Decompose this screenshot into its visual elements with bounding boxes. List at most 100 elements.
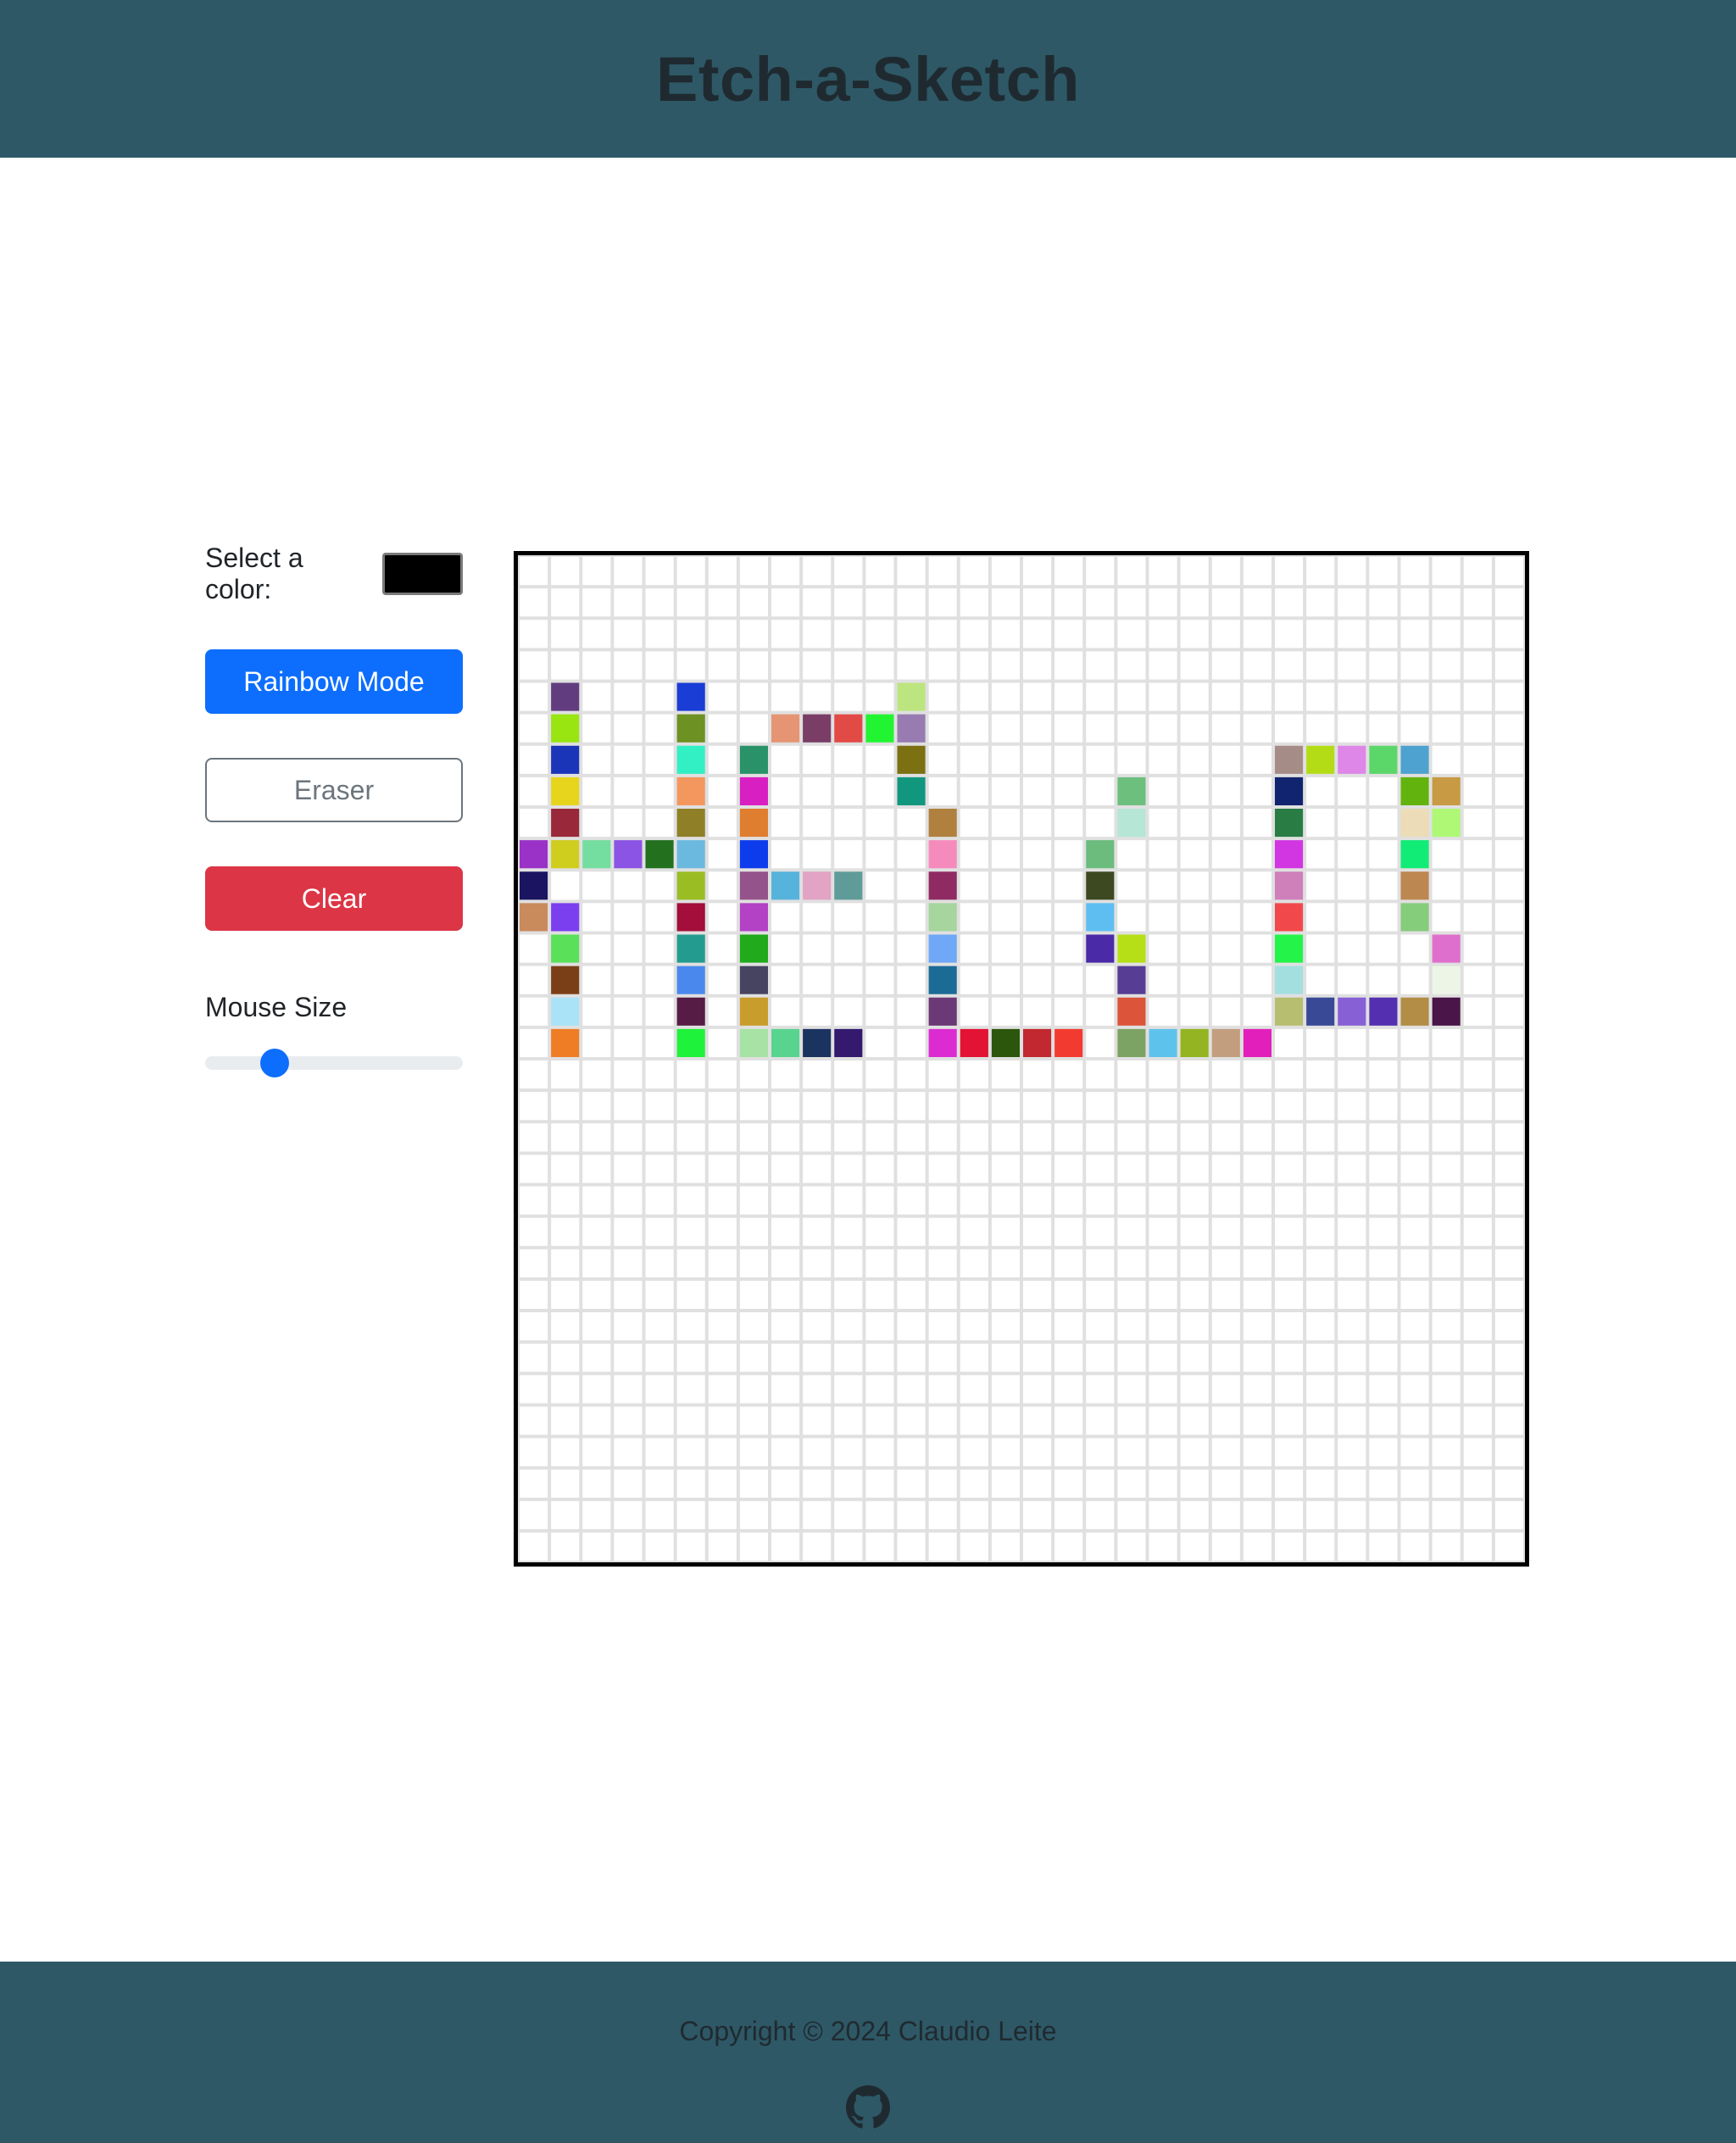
painted-cell[interactable] — [1273, 807, 1305, 839]
painted-cell[interactable] — [801, 870, 833, 902]
painted-cell[interactable] — [737, 838, 770, 871]
painted-cell[interactable] — [737, 1027, 770, 1059]
painted-cell[interactable] — [737, 964, 770, 996]
painted-cell[interactable] — [1210, 1027, 1242, 1059]
painted-cell[interactable] — [1273, 775, 1305, 807]
painted-cell[interactable] — [643, 838, 676, 871]
painted-cell[interactable] — [1273, 743, 1305, 776]
painted-cell[interactable] — [675, 932, 707, 965]
painted-cell[interactable] — [1084, 901, 1116, 933]
painted-cell[interactable] — [549, 775, 581, 807]
painted-cell[interactable] — [518, 870, 550, 902]
painted-cell[interactable] — [926, 995, 959, 1027]
painted-cell[interactable] — [675, 807, 707, 839]
painted-cell[interactable] — [770, 870, 802, 902]
painted-cell[interactable] — [549, 901, 581, 933]
painted-cell[interactable] — [1430, 807, 1462, 839]
painted-cell[interactable] — [1021, 1027, 1054, 1059]
painted-cell[interactable] — [549, 1027, 581, 1059]
painted-cell[interactable] — [1273, 838, 1305, 871]
painted-cell[interactable] — [1399, 901, 1431, 933]
painted-cell[interactable] — [1116, 1027, 1148, 1059]
painted-cell[interactable] — [1430, 932, 1462, 965]
painted-cell[interactable] — [675, 1027, 707, 1059]
painted-cell[interactable] — [549, 743, 581, 776]
painted-cell[interactable] — [549, 995, 581, 1027]
mouse-size-slider[interactable] — [205, 1049, 463, 1077]
slider-thumb[interactable] — [260, 1049, 290, 1077]
painted-cell[interactable] — [612, 838, 644, 871]
painted-cell[interactable] — [1399, 838, 1431, 871]
painted-cell[interactable] — [1399, 807, 1431, 839]
painted-cell[interactable] — [737, 995, 770, 1027]
painted-cell[interactable] — [1084, 870, 1116, 902]
painted-cell[interactable] — [1084, 838, 1116, 871]
painted-cell[interactable] — [675, 870, 707, 902]
github-icon[interactable] — [846, 2085, 890, 2129]
painted-cell[interactable] — [1305, 743, 1337, 776]
painted-cell[interactable] — [926, 807, 959, 839]
painted-cell[interactable] — [1336, 743, 1368, 776]
painted-cell[interactable] — [926, 1027, 959, 1059]
eraser-button[interactable]: Eraser — [205, 758, 463, 822]
painted-cell[interactable] — [1053, 1027, 1085, 1059]
painted-cell[interactable] — [518, 901, 550, 933]
painted-cell[interactable] — [1399, 870, 1431, 902]
painted-cell[interactable] — [832, 712, 865, 744]
painted-cell[interactable] — [1273, 870, 1305, 902]
painted-cell[interactable] — [1273, 932, 1305, 965]
painted-cell[interactable] — [1273, 901, 1305, 933]
painted-cell[interactable] — [549, 932, 581, 965]
painted-cell[interactable] — [1399, 995, 1431, 1027]
painted-cell[interactable] — [737, 775, 770, 807]
painted-cell[interactable] — [1147, 1027, 1179, 1059]
painted-cell[interactable] — [675, 964, 707, 996]
painted-cell[interactable] — [926, 964, 959, 996]
painted-cell[interactable] — [770, 712, 802, 744]
painted-cell[interactable] — [1430, 775, 1462, 807]
painted-cell[interactable] — [895, 775, 927, 807]
painted-cell[interactable] — [549, 807, 581, 839]
painted-cell[interactable] — [801, 712, 833, 744]
slider-track[interactable] — [205, 1056, 463, 1070]
sketch-board[interactable] — [514, 551, 1529, 1567]
painted-cell[interactable] — [1116, 807, 1148, 839]
painted-cell[interactable] — [1241, 1027, 1273, 1059]
painted-cell[interactable] — [1116, 964, 1148, 996]
painted-cell[interactable] — [989, 1027, 1021, 1059]
painted-cell[interactable] — [1430, 995, 1462, 1027]
painted-cell[interactable] — [549, 681, 581, 713]
painted-cell[interactable] — [864, 712, 896, 744]
painted-cell[interactable] — [737, 870, 770, 902]
painted-cell[interactable] — [675, 838, 707, 871]
painted-cell[interactable] — [737, 807, 770, 839]
painted-cell[interactable] — [801, 1027, 833, 1059]
rainbow-mode-button[interactable]: Rainbow Mode — [205, 649, 463, 714]
clear-button[interactable]: Clear — [205, 866, 463, 931]
painted-cell[interactable] — [737, 901, 770, 933]
painted-cell[interactable] — [1399, 743, 1431, 776]
painted-cell[interactable] — [832, 870, 865, 902]
painted-cell[interactable] — [1336, 995, 1368, 1027]
painted-cell[interactable] — [958, 1027, 990, 1059]
painted-cell[interactable] — [1116, 995, 1148, 1027]
painted-cell[interactable] — [1084, 932, 1116, 965]
painted-cell[interactable] — [675, 775, 707, 807]
painted-cell[interactable] — [518, 838, 550, 871]
painted-cell[interactable] — [1273, 995, 1305, 1027]
painted-cell[interactable] — [1116, 775, 1148, 807]
painted-cell[interactable] — [895, 681, 927, 713]
painted-cell[interactable] — [926, 870, 959, 902]
painted-cell[interactable] — [895, 743, 927, 776]
painted-cell[interactable] — [926, 901, 959, 933]
painted-cell[interactable] — [926, 838, 959, 871]
painted-cell[interactable] — [549, 964, 581, 996]
painted-cell[interactable] — [926, 932, 959, 965]
painted-cell[interactable] — [1399, 775, 1431, 807]
painted-cell[interactable] — [549, 712, 581, 744]
painted-cell[interactable] — [737, 932, 770, 965]
painted-cell[interactable] — [737, 743, 770, 776]
painted-cell[interactable] — [832, 1027, 865, 1059]
painted-cell[interactable] — [1178, 1027, 1210, 1059]
painted-cell[interactable] — [675, 712, 707, 744]
